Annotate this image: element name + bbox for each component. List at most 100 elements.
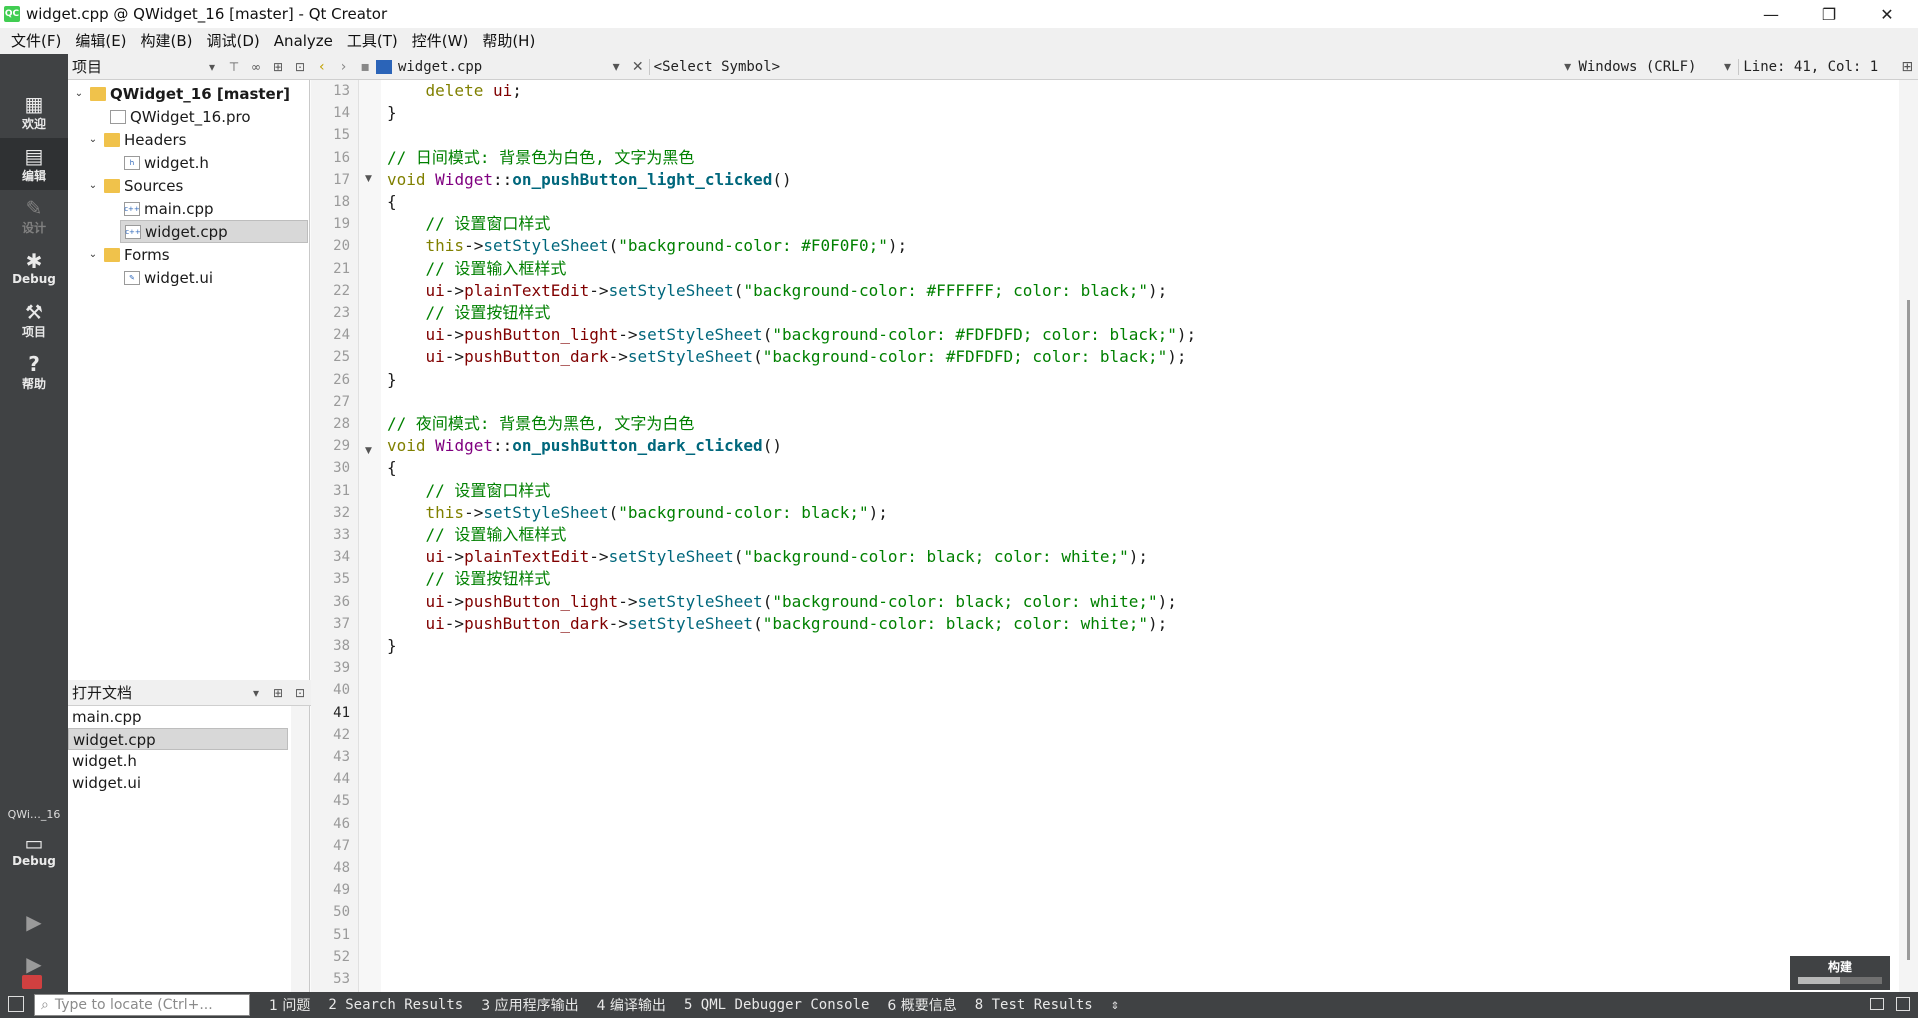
code-line[interactable]: void Widget::on_pushButton_light_clicked… (387, 169, 792, 191)
menu-controls[interactable]: 控件(W) (405, 28, 476, 54)
toggle-sidebar-icon[interactable] (8, 996, 24, 1012)
line-number[interactable]: 51 (310, 924, 350, 946)
line-number[interactable]: 31 (310, 480, 350, 502)
output-pane-compile[interactable]: 4 编译输出 (588, 995, 675, 1015)
mode-edit[interactable]: ▤ 编辑 (0, 138, 68, 190)
tree-item-widget-cpp[interactable]: c++ widget.cpp (120, 220, 308, 243)
open-doc-item[interactable]: main.cpp (68, 706, 288, 728)
tree-item-pro[interactable]: QWidget_16.pro (92, 105, 251, 128)
menu-help[interactable]: 帮助(H) (475, 28, 542, 54)
line-number[interactable]: 41 (310, 702, 350, 724)
line-number[interactable]: 23 (310, 302, 350, 324)
line-number[interactable]: 49 (310, 879, 350, 901)
dropdown-arrow-icon[interactable]: ▾ (605, 59, 627, 75)
line-number[interactable]: 25 (310, 346, 350, 368)
code-line[interactable]: // 设置窗口样式 (387, 480, 551, 502)
cursor-position[interactable]: Line: 41, Col: 1 (1738, 58, 1896, 75)
toggle-right-sidebar-icon[interactable] (1896, 997, 1910, 1011)
menu-build[interactable]: 构建(B) (134, 28, 200, 54)
code-line[interactable]: // 设置按钮样式 (387, 568, 551, 590)
code-line[interactable]: this->setStyleSheet("background-color: b… (387, 502, 888, 524)
collapse-arrow-icon[interactable]: ⌄ (72, 88, 86, 99)
collapse-arrow-icon[interactable]: ⌄ (86, 180, 100, 191)
output-pane-application[interactable]: 3 应用程序输出 (472, 995, 587, 1015)
dropdown-arrow-icon[interactable]: ▾ (1717, 59, 1739, 75)
more-panes-icon[interactable]: ⇕ (1102, 997, 1128, 1013)
line-number[interactable]: 53 (310, 968, 350, 990)
line-number[interactable]: 29 (310, 435, 350, 457)
split-icon[interactable]: ⊞ (267, 60, 289, 74)
build-hammer-icon[interactable] (22, 975, 42, 989)
line-number[interactable]: 34 (310, 546, 350, 568)
line-number[interactable]: 13 (310, 80, 350, 102)
mode-projects[interactable]: ⚒ 项目 (0, 294, 68, 346)
code-editor[interactable]: delete ui;}// 日间模式: 背景色为白色, 文字为黑色 void Wi… (381, 80, 1899, 992)
mode-debug[interactable]: ✱ Debug (0, 242, 68, 294)
toggle-progress-icon[interactable] (1870, 998, 1884, 1010)
code-line[interactable]: ui->pushButton_dark->setStyleSheet("back… (387, 346, 1187, 368)
output-pane-qml-debugger[interactable]: 5 QML Debugger Console (675, 997, 878, 1013)
code-line[interactable]: ui->pushButton_dark->setStyleSheet("back… (387, 613, 1168, 635)
mode-help[interactable]: ? 帮助 (0, 346, 68, 398)
line-endings-selector[interactable]: Windows (CRLF) (1578, 59, 1716, 75)
code-line[interactable]: } (387, 369, 397, 391)
line-number[interactable]: 33 (310, 524, 350, 546)
line-number[interactable]: 16 (310, 147, 350, 169)
mode-welcome[interactable]: ▦ 欢迎 (0, 86, 68, 138)
line-number[interactable]: 32 (310, 502, 350, 524)
line-number[interactable]: 46 (310, 813, 350, 835)
line-number[interactable]: 28 (310, 413, 350, 435)
tree-item-forms[interactable]: ⌄ Forms (86, 243, 170, 266)
line-number[interactable]: 26 (310, 369, 350, 391)
open-docs-scrollbar[interactable] (291, 706, 309, 992)
line-number[interactable]: 20 (310, 235, 350, 257)
code-line[interactable]: // 设置窗口样式 (387, 213, 551, 235)
line-number[interactable]: 45 (310, 790, 350, 812)
menu-file[interactable]: 文件(F) (4, 28, 68, 54)
forward-arrow-icon[interactable]: › (333, 59, 355, 75)
locator-input[interactable]: ⌕ Type to locate (Ctrl+... (34, 994, 250, 1016)
code-line[interactable]: delete ui; (387, 80, 522, 102)
mode-design[interactable]: ✎ 设计 (0, 190, 68, 242)
tree-item-headers[interactable]: ⌄ Headers (86, 128, 187, 151)
filter-icon[interactable]: ⊤ (223, 60, 245, 74)
split-icon[interactable]: ⊞ (267, 686, 289, 700)
code-line[interactable]: // 日间模式: 背景色为白色, 文字为黑色 (387, 147, 694, 169)
link-icon[interactable]: ∞ (245, 60, 267, 74)
code-line[interactable]: // 设置输入框样式 (387, 524, 567, 546)
open-doc-item[interactable]: widget.cpp (68, 728, 288, 750)
code-line[interactable]: // 设置按钮样式 (387, 302, 551, 324)
build-progress[interactable]: 构建 (1790, 956, 1890, 990)
line-number[interactable]: 24 (310, 324, 350, 346)
close-document-icon[interactable]: ✕ (627, 59, 649, 75)
output-pane-tests[interactable]: 8 Test Results (966, 997, 1102, 1013)
line-number[interactable]: 38 (310, 635, 350, 657)
fold-arrow-icon[interactable]: ▼ (365, 174, 372, 184)
code-line[interactable]: void Widget::on_pushButton_dark_clicked(… (387, 435, 782, 457)
close-button[interactable]: ✕ (1858, 0, 1916, 28)
line-number[interactable]: 36 (310, 591, 350, 613)
tree-item-project[interactable]: ⌄ QWidget_16 [master] (72, 82, 290, 105)
line-number[interactable]: 14 (310, 102, 350, 124)
line-number[interactable]: 47 (310, 835, 350, 857)
tree-item-widget-h[interactable]: h widget.h (106, 151, 209, 174)
menu-tools[interactable]: 工具(T) (340, 28, 405, 54)
code-line[interactable]: // 设置输入框样式 (387, 258, 567, 280)
code-line[interactable]: ui->pushButton_light->setStyleSheet("bac… (387, 591, 1177, 613)
output-pane-issues[interactable]: 1 问题 (260, 995, 319, 1015)
collapse-arrow-icon[interactable]: ⌄ (86, 134, 100, 145)
code-line[interactable]: ui->plainTextEdit->setStyleSheet("backgr… (387, 546, 1148, 568)
code-line[interactable]: { (387, 191, 397, 213)
line-number[interactable]: 27 (310, 391, 350, 413)
line-number[interactable]: 52 (310, 946, 350, 968)
close-pane-icon[interactable]: ⊡ (289, 686, 311, 700)
line-number[interactable]: 19 (310, 213, 350, 235)
tree-item-main-cpp[interactable]: c++ main.cpp (106, 197, 214, 220)
code-line[interactable]: ui->plainTextEdit->setStyleSheet("backgr… (387, 280, 1168, 302)
dropdown-arrow-icon[interactable]: ▾ (201, 60, 223, 74)
fold-arrow-icon[interactable]: ▼ (365, 446, 372, 456)
symbol-selector[interactable]: <Select Symbol> (648, 58, 1557, 75)
line-number[interactable]: 35 (310, 568, 350, 590)
dropdown-arrow-icon[interactable]: ▾ (245, 686, 267, 700)
code-line[interactable]: } (387, 635, 397, 657)
